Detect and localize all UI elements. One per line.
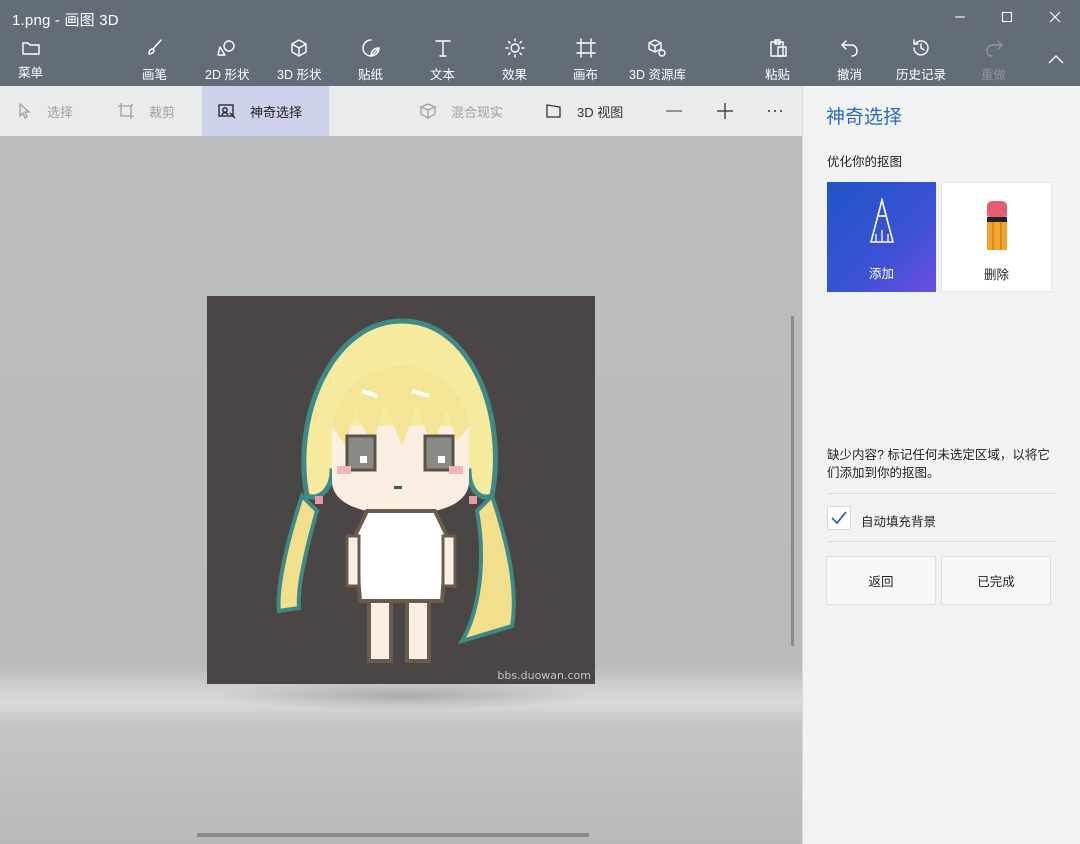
brush-icon <box>147 39 162 55</box>
panel-subtitle: 优化你的抠图 <box>827 155 903 169</box>
ribbon-effects[interactable]: 效果 <box>502 38 527 84</box>
history-button[interactable]: 历史记录 <box>896 38 946 84</box>
crop-icon <box>118 103 134 119</box>
ribbon-canvas[interactable]: 画布 <box>573 38 598 84</box>
stickers-icon <box>361 39 380 57</box>
folder-icon <box>21 42 40 55</box>
plus-icon <box>717 103 733 119</box>
divider <box>827 541 1056 542</box>
ribbon-label: 3D 资源库 <box>629 68 686 82</box>
zoom-out-button[interactable] <box>665 86 687 136</box>
ribbon-label: 2D 形状 <box>205 68 250 82</box>
magic-select-icon <box>218 104 236 119</box>
chibi-girl-illustration <box>276 318 516 663</box>
3d-view-label: 3D 视图 <box>577 104 624 120</box>
add-tool-label: 添加 <box>868 267 894 281</box>
autofill-checkbox[interactable] <box>827 506 851 530</box>
zoom-in-button[interactable] <box>716 86 738 136</box>
ribbon-brushes[interactable]: 画笔 <box>142 38 167 84</box>
panel-title: 神奇选择 <box>826 107 903 128</box>
ribbon-label: 画布 <box>573 68 599 82</box>
checkmark-icon <box>831 511 847 525</box>
canvas-workspace[interactable]: bbs.duowan.com <box>0 136 802 844</box>
3d-view-icon <box>546 104 561 118</box>
more-options-button[interactable] <box>766 86 788 136</box>
minimize-button[interactable] <box>937 0 983 34</box>
ribbon-label: 效果 <box>502 68 528 82</box>
magic-select-label: 神奇选择 <box>250 104 303 120</box>
canvas-icon <box>575 38 596 58</box>
horizontal-scrollbar[interactable] <box>197 833 589 837</box>
eraser-remove-icon <box>986 201 1007 250</box>
ribbon-2d-shapes[interactable]: 2D 形状 <box>205 38 249 84</box>
title-ribbon-bar: 1.png - 画图 3D 菜单 画笔 2D 形状 3D 形状 贴纸 文本 效果 <box>0 0 1080 86</box>
redo-button[interactable]: 重做 <box>981 38 1006 84</box>
window-title: 1.png - 画图 3D <box>12 12 119 29</box>
remove-tool-button[interactable]: 删除 <box>941 182 1052 292</box>
ribbon-3d-library[interactable]: 3D 资源库 <box>629 38 686 84</box>
3d-library-icon <box>648 39 667 57</box>
paste-button[interactable]: 粘贴 <box>765 38 790 84</box>
mixed-reality-icon <box>419 103 437 119</box>
cursor-icon <box>19 103 31 119</box>
mixed-reality-button[interactable]: 混合现实 <box>419 86 519 136</box>
add-tool-button[interactable]: 添加 <box>827 182 936 292</box>
2d-shapes-icon <box>217 40 235 56</box>
divider <box>827 493 1056 494</box>
maximize-button[interactable] <box>984 0 1030 34</box>
crop-label: 裁剪 <box>149 104 176 120</box>
back-button[interactable]: 返回 <box>826 556 936 605</box>
effects-icon <box>504 38 525 58</box>
crop-tool[interactable]: 裁剪 <box>117 86 197 136</box>
close-icon <box>1049 11 1061 23</box>
artboard-image[interactable]: bbs.duowan.com <box>207 296 595 684</box>
done-button[interactable]: 已完成 <box>941 556 1051 605</box>
history-label: 历史记录 <box>896 68 947 82</box>
3d-shapes-icon <box>291 39 307 57</box>
sub-toolbar: 选择 裁剪 神奇选择 混合现实 3D 视图 <box>0 86 802 136</box>
vertical-scrollbar[interactable] <box>791 316 794 646</box>
watermark-text: bbs.duowan.com <box>497 669 591 682</box>
redo-label: 重做 <box>981 68 1007 82</box>
magic-select-panel: 神奇选择 优化你的抠图 添加 删除 缺少内容? 标记任何未选定区域，以将它们添加… <box>802 86 1080 844</box>
ribbon-label: 3D 形状 <box>277 68 322 82</box>
ribbon-label: 文本 <box>430 68 456 82</box>
menu-button[interactable]: 菜单 <box>18 38 43 84</box>
remove-tool-label: 删除 <box>983 268 1009 282</box>
menu-label: 菜单 <box>18 66 44 80</box>
ribbon-3d-shapes[interactable]: 3D 形状 <box>277 38 321 84</box>
maximize-icon <box>1001 11 1013 23</box>
select-tool[interactable]: 选择 <box>17 86 107 136</box>
more-icon <box>768 110 782 112</box>
mixed-reality-label: 混合现实 <box>451 104 504 120</box>
history-icon <box>913 39 929 56</box>
ribbon-label: 画笔 <box>142 68 168 82</box>
3d-view-button[interactable]: 3D 视图 <box>545 86 645 136</box>
collapse-ribbon-button[interactable] <box>1033 44 1079 74</box>
text-icon <box>434 40 451 57</box>
hint-text: 缺少内容? 标记任何未选定区域，以将它们添加到你的抠图。 <box>827 448 1050 480</box>
undo-button[interactable]: 撤消 <box>837 38 862 84</box>
close-button[interactable] <box>1032 0 1078 34</box>
paste-icon <box>769 39 787 57</box>
paste-label: 粘贴 <box>765 68 791 82</box>
minimize-icon <box>955 16 965 18</box>
ribbon-label: 贴纸 <box>358 68 384 82</box>
redo-icon <box>985 40 1003 57</box>
undo-icon <box>840 40 858 57</box>
chevron-up-icon <box>1048 55 1064 64</box>
artboard-shadow <box>210 681 595 711</box>
autofill-label: 自动填充背景 <box>861 515 937 529</box>
select-label: 选择 <box>47 104 74 120</box>
pencil-add-icon <box>869 198 894 243</box>
ribbon-text[interactable]: 文本 <box>430 38 455 84</box>
undo-label: 撤消 <box>837 68 863 82</box>
magic-select-tool[interactable]: 神奇选择 <box>202 86 329 136</box>
minus-icon <box>666 110 682 112</box>
ribbon-stickers[interactable]: 贴纸 <box>358 38 383 84</box>
